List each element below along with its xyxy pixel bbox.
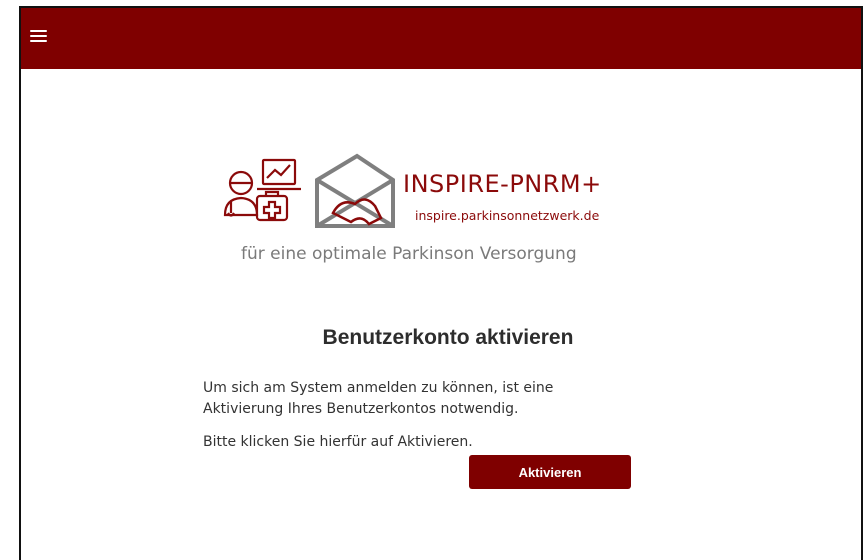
page-title: Benutzerkonto aktivieren [322, 326, 574, 349]
brand-url: inspire.parkinsonnetzwerk.de [415, 208, 600, 223]
medical-kit-icon [255, 190, 289, 222]
brand-tagline: für eine optimale Parkinson Versorgung [241, 244, 577, 264]
monitor-chart-icon [257, 158, 301, 191]
doctor-icon [223, 170, 259, 217]
map-envelope-icon [315, 153, 395, 228]
app-window: INSPIRE-PNRM+ inspire.parkinsonnetzwerk.… [19, 6, 863, 560]
activation-message: Um sich am System anmelden zu können, is… [203, 380, 554, 417]
brand-title: INSPIRE-PNRM+ [403, 170, 602, 198]
activate-button[interactable]: Aktivieren [469, 455, 631, 489]
activation-instruction: Bitte klicken Sie hierfür auf Aktivieren… [203, 434, 473, 450]
